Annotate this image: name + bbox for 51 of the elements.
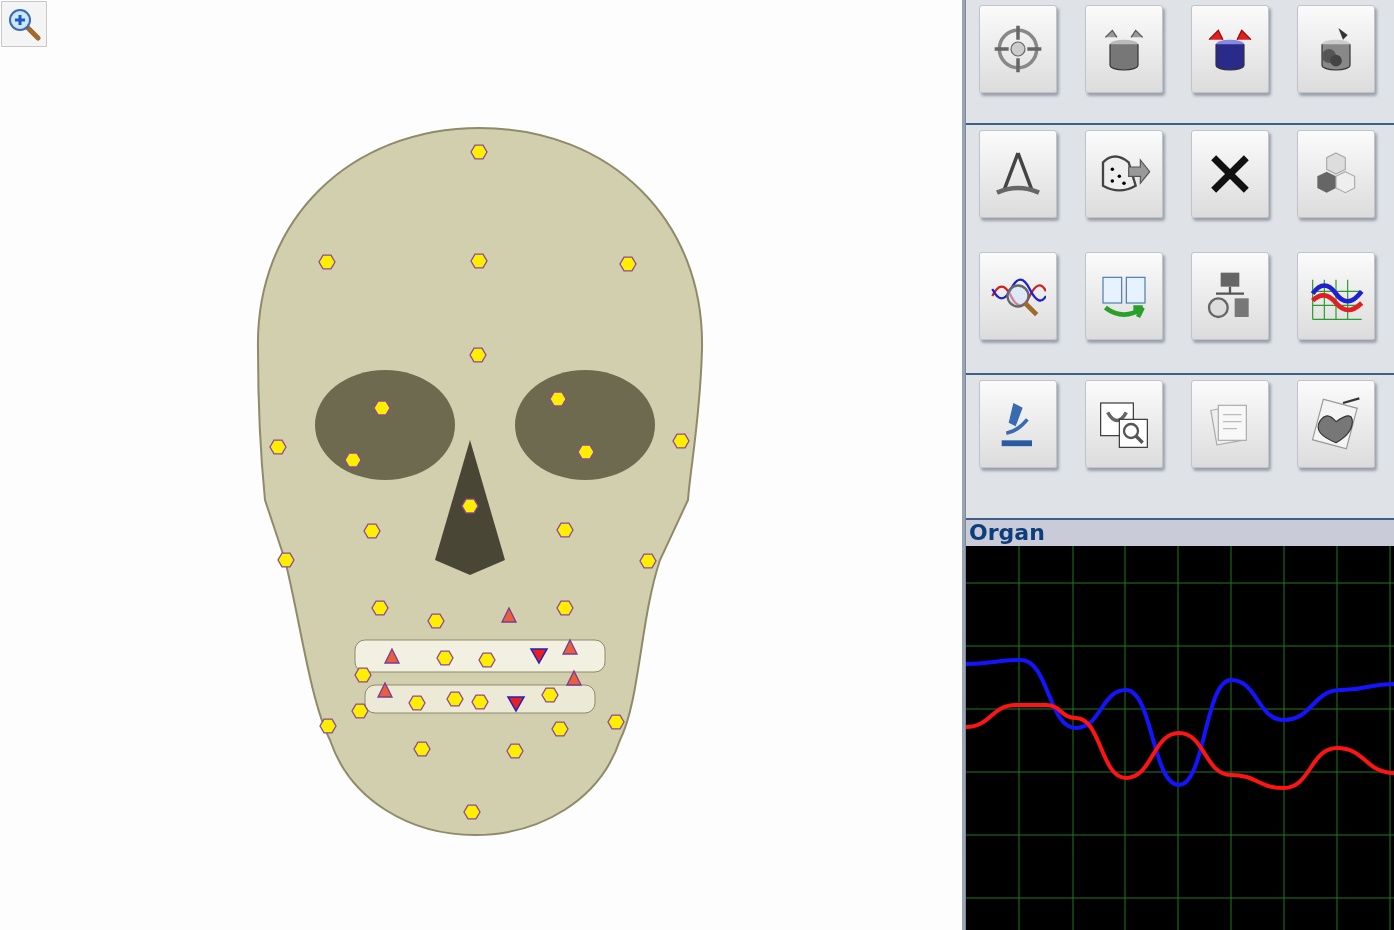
toolbar-button[interactable] [979, 380, 1057, 468]
toolbar-button[interactable] [1085, 380, 1163, 468]
landmark-marker[interactable] [541, 687, 559, 703]
toolbar-button[interactable] [1085, 130, 1163, 218]
landmark-marker[interactable] [371, 600, 389, 616]
landmark-marker[interactable] [672, 433, 690, 449]
landmark-marker[interactable] [463, 804, 481, 820]
landmark-marker[interactable] [469, 347, 487, 363]
landmark-marker[interactable] [319, 718, 337, 734]
landmark-marker[interactable] [556, 522, 574, 538]
landmark-marker[interactable] [413, 741, 431, 757]
landmark-marker[interactable] [639, 553, 657, 569]
landmark-marker[interactable] [436, 650, 454, 666]
zoom-in-icon [7, 7, 41, 41]
landmark-marker[interactable] [506, 743, 524, 759]
landmark-marker[interactable] [470, 253, 488, 269]
triangle-marker[interactable] [506, 696, 526, 713]
landmark-marker[interactable] [269, 439, 287, 455]
landmark-marker[interactable] [446, 691, 464, 707]
landmark-marker[interactable] [577, 444, 595, 460]
triangle-marker[interactable] [383, 647, 401, 664]
landmark-marker[interactable] [551, 721, 569, 737]
toolbar-button[interactable] [1191, 130, 1269, 218]
panel-title: Organ [966, 520, 1394, 546]
landmark-marker[interactable] [408, 695, 426, 711]
triangle-marker[interactable] [561, 638, 579, 655]
landmark-marker[interactable] [344, 452, 362, 468]
landmark-marker[interactable] [427, 613, 445, 629]
toolbar-button[interactable] [979, 130, 1057, 218]
landmark-marker[interactable] [478, 652, 496, 668]
landmark-marker[interactable] [351, 703, 369, 719]
triangle-marker[interactable] [565, 669, 583, 686]
triangle-marker[interactable] [376, 681, 394, 698]
landmark-marker[interactable] [277, 552, 295, 568]
landmark-marker[interactable] [607, 714, 625, 730]
toolbar-button[interactable] [1191, 5, 1269, 93]
landmark-marker[interactable] [556, 600, 574, 616]
landmark-marker[interactable] [549, 391, 567, 407]
triangle-marker[interactable] [500, 606, 518, 623]
landmark-marker[interactable] [354, 667, 372, 683]
landmark-marker[interactable] [318, 254, 336, 270]
triangle-marker[interactable] [529, 648, 549, 665]
landmark-marker[interactable] [471, 694, 489, 710]
zoom-in-button[interactable] [1, 1, 47, 47]
landmark-marker[interactable] [363, 523, 381, 539]
landmark-marker[interactable] [461, 498, 479, 514]
landmark-marker[interactable] [373, 400, 391, 416]
landmark-marker[interactable] [470, 144, 488, 160]
toolbar-button[interactable] [1297, 5, 1375, 93]
landmark-marker[interactable] [619, 256, 637, 272]
toolbar-button[interactable] [1297, 252, 1375, 340]
